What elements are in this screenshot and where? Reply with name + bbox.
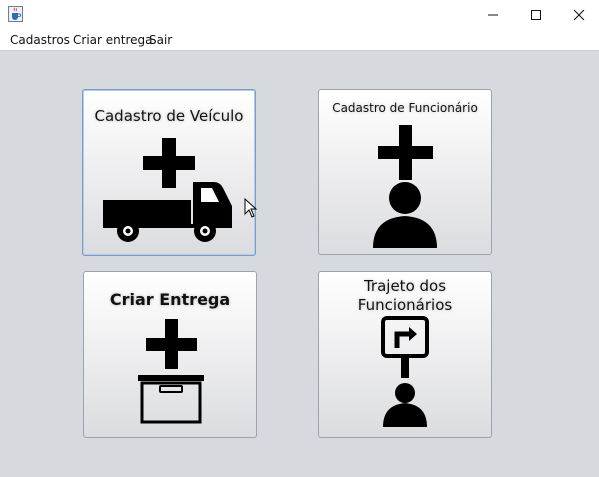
- route-sign-person-icon: [381, 316, 429, 427]
- trajeto-label-line1: Trajeto dos: [363, 277, 447, 295]
- menu-cadastros[interactable]: Cadastros: [10, 33, 70, 47]
- cadastro-veiculo-button[interactable]: Cadastro de Veículo: [82, 89, 256, 256]
- menu-criar-entrega[interactable]: Criar entrega: [73, 33, 152, 47]
- title-bar: [0, 0, 599, 30]
- menu-bar: Cadastros Criar entrega Sair: [0, 30, 599, 51]
- minimize-button[interactable]: [470, 0, 516, 30]
- cadastro-funcionario-button[interactable]: Cadastro de Funcionário: [318, 89, 492, 255]
- mouse-cursor-icon: [244, 198, 258, 218]
- maximize-button[interactable]: [513, 0, 559, 30]
- menu-sair[interactable]: Sair: [149, 33, 172, 47]
- maximize-icon: [531, 10, 541, 20]
- close-icon: [573, 9, 585, 21]
- add-truck-icon: [103, 138, 232, 242]
- cadastro-funcionario-label: Cadastro de Funcionário: [332, 101, 478, 115]
- criar-entrega-label: Criar Entrega: [109, 290, 231, 309]
- trajeto-funcionarios-button[interactable]: Trajeto dos Funcionários: [318, 271, 492, 438]
- trajeto-label-line2: Funcionários: [357, 296, 453, 314]
- add-person-icon: [373, 125, 437, 248]
- cadastro-veiculo-label: Cadastro de Veículo: [94, 107, 244, 125]
- minimize-icon: [488, 14, 498, 16]
- java-cup-icon: [8, 6, 23, 22]
- trajeto-funcionarios-label: Trajeto dos Funcionários: [319, 277, 491, 315]
- add-box-icon: [138, 319, 204, 424]
- criar-entrega-button[interactable]: Criar Entrega: [83, 271, 257, 438]
- close-button[interactable]: [556, 0, 599, 30]
